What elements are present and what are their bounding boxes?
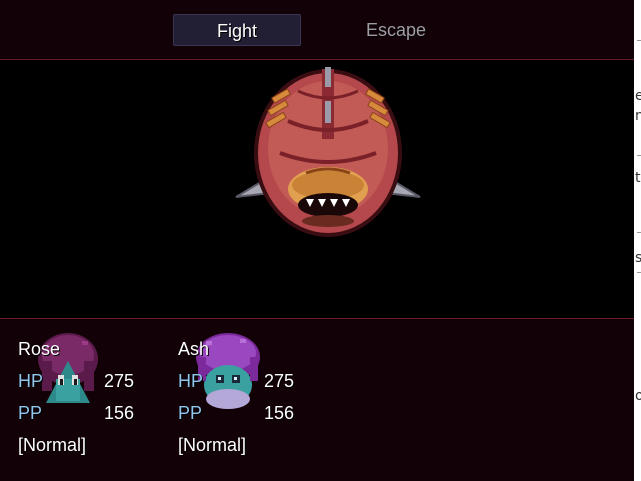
screen: e n t s o Fight Escape Rose HP 275 PP 15… (0, 0, 641, 481)
background-page-fragment: e (635, 88, 641, 104)
status-label: [Normal] (18, 435, 87, 455)
escape-command[interactable]: Escape (332, 14, 460, 46)
hp-label: HP (18, 371, 44, 391)
status-label: [Normal] (178, 435, 247, 455)
armored-beetle-enemy-icon[interactable] (228, 61, 428, 241)
background-page-rule (637, 272, 641, 273)
hp-value: 275 (264, 371, 295, 391)
background-page-rule (637, 232, 641, 233)
background-page-fragment: o (635, 388, 641, 404)
background-page-fragment: n (635, 108, 641, 124)
pp-label: PP (18, 403, 43, 423)
battle-window: Fight Escape Rose HP 275 PP 156 [Normal]… (0, 0, 634, 481)
party-member-rose[interactable]: Rose HP 275 PP 156 [Normal] (0, 319, 150, 479)
party-member-ash[interactable]: Ash HP 275 PP 156 [Normal] (160, 319, 310, 479)
member-name: Ash (178, 339, 210, 359)
party-status-panel: Rose HP 275 PP 156 [Normal] Ash HP 275 P… (0, 318, 634, 481)
pp-label: PP (178, 403, 203, 423)
hp-label: HP (178, 371, 204, 391)
member-name: Rose (18, 339, 61, 359)
background-page-fragment: s (635, 250, 641, 266)
pp-value: 156 (264, 403, 295, 423)
hp-value: 275 (104, 371, 135, 391)
background-page-rule (637, 40, 641, 41)
command-bar: Fight Escape (0, 0, 634, 60)
background-page-fragment: t (635, 170, 641, 186)
background-page-rule (637, 155, 641, 156)
battlefield (0, 61, 634, 317)
pp-value: 156 (104, 403, 135, 423)
fight-command[interactable]: Fight (173, 14, 301, 46)
